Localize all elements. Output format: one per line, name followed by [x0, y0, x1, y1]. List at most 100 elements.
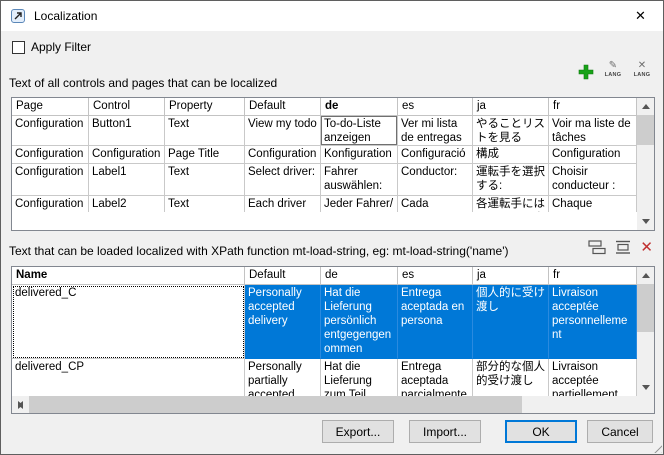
- col-header-control: Control: [89, 98, 165, 116]
- cell-default[interactable]: Each driver gets his/her route for: [245, 196, 321, 212]
- cell-page[interactable]: Configuration: [12, 146, 89, 164]
- cell-de-focused[interactable]: To-do-Liste anzeigen: [321, 116, 398, 146]
- cell-page[interactable]: Configuration: [12, 164, 89, 196]
- cancel-button[interactable]: Cancel: [587, 420, 653, 443]
- add-language-icon[interactable]: [577, 63, 595, 81]
- scroll-up-button[interactable]: [637, 267, 654, 284]
- insert-row-icon[interactable]: [614, 240, 632, 255]
- cell-fr[interactable]: Configuration: [549, 146, 637, 164]
- scroll-right-button[interactable]: [12, 396, 29, 413]
- scrollbar-corner: [637, 396, 654, 413]
- section2-label: Text that can be loaded localized with X…: [9, 244, 509, 258]
- cell-name-focused[interactable]: delivered_C: [12, 285, 245, 359]
- title-bar: Localization ✕: [1, 1, 663, 31]
- localization-app-icon: [11, 9, 25, 23]
- cell-control[interactable]: Configuration: [89, 146, 165, 164]
- cell-ja[interactable]: 個人的に受け渡し: [473, 285, 549, 359]
- horizontal-scrollbar[interactable]: [12, 396, 637, 413]
- cell-default[interactable]: Personally accepted delivery: [245, 285, 321, 359]
- cell-page[interactable]: Configuration: [12, 196, 89, 212]
- cell-name[interactable]: delivered_CP: [12, 359, 245, 396]
- table-row[interactable]: Configuration Label2 Text Each driver ge…: [12, 196, 637, 212]
- delete-row-icon[interactable]: ✕: [640, 240, 653, 255]
- cell-fr[interactable]: Choisir conducteur :: [549, 164, 637, 196]
- cell-es[interactable]: Configuración: [398, 146, 473, 164]
- cell-de[interactable]: Hat die Lieferung persönlich entgegengen…: [321, 285, 398, 359]
- cell-fr[interactable]: Chaque conducteur reçoit son trajet: [549, 196, 637, 212]
- edit-language-caption: LANG: [604, 72, 622, 78]
- col-header-ja: ja: [473, 98, 549, 116]
- cell-es[interactable]: Conductor:: [398, 164, 473, 196]
- chevron-down-icon: [641, 219, 650, 224]
- scrollbar-thumb[interactable]: [637, 115, 654, 145]
- ok-button[interactable]: OK: [505, 420, 577, 443]
- table-row[interactable]: delivered_CP Personally partially accept…: [12, 359, 637, 396]
- strings-table-rows: delivered_C Personally accepted delivery…: [12, 285, 637, 396]
- cell-ja[interactable]: 運転手を選択する:: [473, 164, 549, 196]
- cell-de[interactable]: Fahrer auswählen:: [321, 164, 398, 196]
- scroll-down-button[interactable]: [637, 213, 654, 230]
- window-title: Localization: [34, 9, 98, 23]
- delete-language-icon[interactable]: ✕ LANG: [631, 61, 653, 79]
- cell-fr[interactable]: Livraison acceptée personnellement: [549, 285, 637, 359]
- controls-table-rows: Configuration Button1 Text View my todo …: [12, 116, 637, 212]
- apply-filter-label: Apply Filter: [31, 40, 92, 54]
- cell-ja[interactable]: 構成: [473, 146, 549, 164]
- cell-property[interactable]: Page Title: [165, 146, 245, 164]
- chevron-right-icon: [18, 400, 23, 409]
- cell-property[interactable]: Text: [165, 196, 245, 212]
- col-header-name: Name: [12, 267, 245, 285]
- table-row-selected[interactable]: delivered_C Personally accepted delivery…: [12, 285, 637, 359]
- controls-table: Page Control Property Default de es ja f…: [11, 97, 655, 231]
- table-row[interactable]: Configuration Label1 Text Select driver:…: [12, 164, 637, 196]
- apply-filter-checkbox[interactable]: [12, 40, 25, 54]
- cell-ja[interactable]: やることリストを見る: [473, 116, 549, 146]
- cell-control[interactable]: Button1: [89, 116, 165, 146]
- strings-table: Name Default de es ja fr delivered_C Per…: [11, 266, 655, 414]
- col-header-de: de: [321, 267, 398, 285]
- scroll-down-button[interactable]: [637, 379, 654, 396]
- cell-default[interactable]: Configuration: [245, 146, 321, 164]
- apply-filter-row: Apply Filter: [12, 40, 91, 54]
- cell-default[interactable]: Select driver:: [245, 164, 321, 196]
- cell-ja[interactable]: 部分的な個人的受け渡し: [473, 359, 549, 396]
- table-row[interactable]: Configuration Configuration Page Title C…: [12, 146, 637, 164]
- cell-default[interactable]: View my todo: [245, 116, 321, 146]
- strings-table-header: Name Default de es ja fr: [12, 267, 637, 285]
- cell-es[interactable]: Entrega aceptada parcialmente: [398, 359, 473, 396]
- cell-de[interactable]: Hat die Lieferung zum Teil entgegengen: [321, 359, 398, 396]
- cell-fr[interactable]: Voir ma liste de tâches: [549, 116, 637, 146]
- cell-control[interactable]: Label2: [89, 196, 165, 212]
- export-button[interactable]: Export...: [322, 420, 394, 443]
- col-header-fr: fr: [549, 98, 637, 116]
- cell-ja[interactable]: 各運転手にはニューヨーク市内の配達ルートが: [473, 196, 549, 212]
- cell-es[interactable]: Entrega aceptada en persona: [398, 285, 473, 359]
- cell-page[interactable]: Configuration: [12, 116, 89, 146]
- delete-language-caption: LANG: [633, 72, 651, 78]
- vertical-scrollbar[interactable]: [637, 267, 654, 396]
- cell-es[interactable]: Ver mi lista de entregas: [398, 116, 473, 146]
- cell-de[interactable]: Konfiguration: [321, 146, 398, 164]
- close-button[interactable]: ✕: [618, 1, 663, 30]
- cell-default[interactable]: Personally partially accepted: [245, 359, 321, 396]
- cell-es[interactable]: Cada conductor obtiene su: [398, 196, 473, 212]
- cell-fr[interactable]: Livraison acceptée partiellement: [549, 359, 637, 396]
- cell-property[interactable]: Text: [165, 116, 245, 146]
- cell-control[interactable]: Label1: [89, 164, 165, 196]
- edit-language-icon[interactable]: ✎ LANG: [602, 61, 624, 79]
- dialog-buttons: Export... Import... OK Cancel: [322, 420, 653, 443]
- vertical-scrollbar[interactable]: [637, 98, 654, 230]
- scrollbar-thumb[interactable]: [29, 396, 522, 413]
- strings-table-content: Name Default de es ja fr delivered_C Per…: [12, 267, 637, 396]
- import-button[interactable]: Import...: [409, 420, 481, 443]
- append-row-icon[interactable]: [588, 240, 607, 255]
- table-row[interactable]: Configuration Button1 Text View my todo …: [12, 116, 637, 146]
- cell-property[interactable]: Text: [165, 164, 245, 196]
- col-header-default: Default: [245, 98, 321, 116]
- controls-table-content: Page Control Property Default de es ja f…: [12, 98, 637, 230]
- cell-de[interactable]: Jeder Fahrer/ Jede Fahrerin erhält seine…: [321, 196, 398, 212]
- scroll-up-button[interactable]: [637, 98, 654, 115]
- scrollbar-thumb[interactable]: [637, 284, 654, 332]
- controls-table-header: Page Control Property Default de es ja f…: [12, 98, 637, 116]
- chevron-up-icon: [641, 273, 650, 278]
